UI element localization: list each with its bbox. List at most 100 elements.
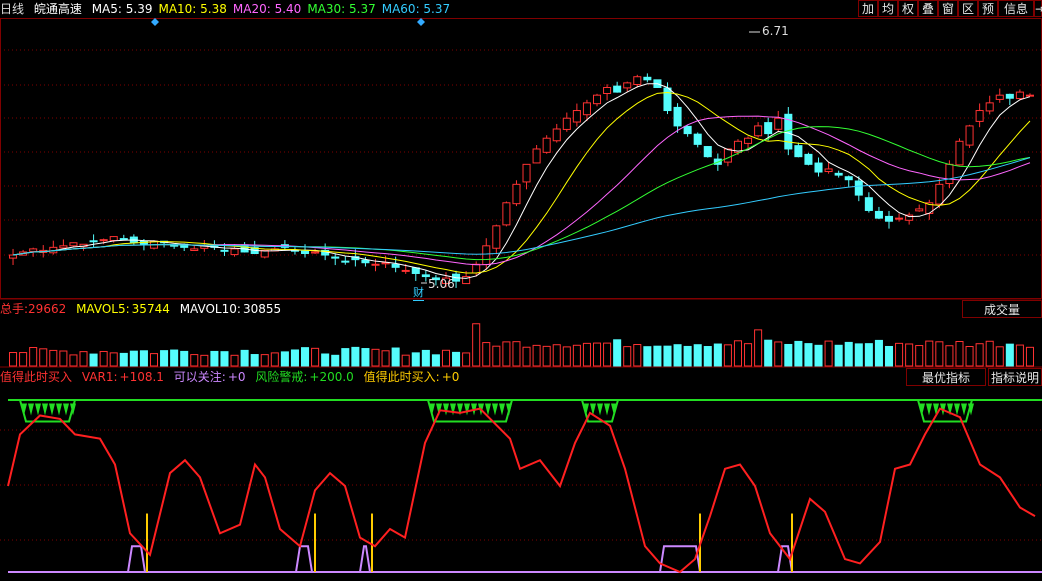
candle-up (895, 217, 904, 220)
finance-tag[interactable]: 财 (413, 284, 424, 301)
volume-bar (874, 339, 883, 367)
candle-up (311, 251, 320, 254)
down-arrow-icon (954, 403, 960, 416)
candle-up (633, 76, 642, 85)
candle-up (965, 125, 974, 146)
candle-down (794, 145, 803, 158)
candle-up (69, 242, 78, 247)
candle-up (59, 245, 68, 249)
candle-down (391, 263, 400, 268)
volume-bar (190, 354, 199, 367)
volume-bar (69, 354, 78, 367)
volume-bar (119, 352, 128, 367)
candle-up (401, 269, 410, 272)
candle-up (9, 254, 18, 259)
volume-bar (784, 343, 793, 367)
watch-value: +0 (227, 370, 246, 384)
event-diamond-icon (151, 18, 159, 26)
volume-bar (693, 344, 702, 367)
candle-up (744, 137, 753, 144)
ma5-line (12, 83, 1031, 279)
volume-bar (99, 350, 108, 367)
volume-bar (895, 342, 904, 367)
candle-down (673, 106, 682, 127)
volume-bar (321, 353, 330, 367)
candle-down (864, 197, 873, 211)
mavol10-label: MAVOL10: (179, 302, 241, 316)
volume-bar (613, 339, 622, 367)
volume-bar (562, 346, 571, 367)
candle-up (492, 225, 501, 249)
volume-bar (149, 353, 159, 367)
volume-bar (59, 350, 68, 367)
candle-down (1005, 93, 1014, 99)
volume-bar (975, 343, 984, 367)
candle-up (995, 94, 1004, 100)
volume-bar (411, 352, 420, 367)
candle-up (29, 248, 38, 252)
down-arrow-icon (492, 403, 498, 416)
volume-header: 总手:29662 MAVOL5: 35744 MAVOL10: 30855 (0, 300, 287, 318)
candle-up (1015, 91, 1024, 100)
down-arrow-icon (506, 403, 512, 416)
indicator-title[interactable]: 值得此时买入 (0, 370, 72, 384)
volume-bar (431, 354, 440, 367)
candle-up (572, 110, 581, 123)
candle-up (955, 140, 964, 166)
volume-bar (210, 350, 219, 367)
candle-up (532, 148, 541, 164)
candle-down (663, 87, 672, 112)
volume-bar (1015, 344, 1024, 367)
event-diamond-icon (417, 18, 425, 26)
ma30-line (12, 126, 1031, 261)
best-indicator-tab[interactable]: 最优指标 (906, 368, 986, 386)
volume-bar (1005, 343, 1014, 367)
volume-bar (794, 340, 803, 367)
indicator-help-tab[interactable]: 指标说明 (988, 368, 1042, 386)
volume-bar (1025, 346, 1034, 367)
candle-up (99, 239, 108, 242)
down-arrow-icon (35, 403, 41, 416)
down-arrow-icon (42, 403, 48, 416)
volume-tab[interactable]: 成交量 (962, 300, 1042, 318)
candle-down (834, 172, 843, 176)
var1-value: +108.1 (119, 370, 164, 384)
volume-bar (240, 349, 249, 367)
down-arrow-icon (961, 403, 967, 416)
down-arrow-icon (49, 403, 55, 416)
candle-down (703, 146, 712, 158)
candle-up (754, 125, 763, 137)
down-arrow-icon (499, 403, 505, 416)
volume-bar (673, 344, 682, 367)
volume-bar (280, 351, 289, 367)
volume-bar (260, 354, 269, 367)
watch-bump (127, 545, 146, 573)
volume-bar (582, 342, 591, 367)
down-arrow-icon (464, 403, 470, 416)
volume-bar (552, 344, 561, 367)
candle-up (472, 263, 481, 274)
candle-up (109, 236, 118, 241)
volume-bar (230, 354, 239, 367)
watch-bump (359, 545, 371, 573)
volume-bar (592, 342, 602, 367)
candle-up (915, 208, 924, 212)
chart-canvas[interactable] (0, 0, 1042, 581)
candle-down (170, 244, 179, 247)
volume-bar (905, 343, 914, 367)
down-arrow-icon (56, 403, 62, 416)
mavol5-value: 35744 (131, 302, 170, 316)
candle-up (603, 86, 612, 95)
down-arrow-icon (63, 403, 69, 416)
candle-down (804, 153, 813, 165)
price-panel-frame (0, 18, 1042, 299)
volume-bar (925, 340, 934, 367)
candle-up (502, 202, 511, 226)
volume-bar (19, 352, 28, 367)
volume-bar (713, 343, 722, 367)
candle-down (683, 125, 692, 135)
candle-up (371, 263, 380, 266)
volume-bar (864, 343, 873, 367)
volume-bar (723, 344, 732, 367)
volume-bar (129, 350, 138, 367)
